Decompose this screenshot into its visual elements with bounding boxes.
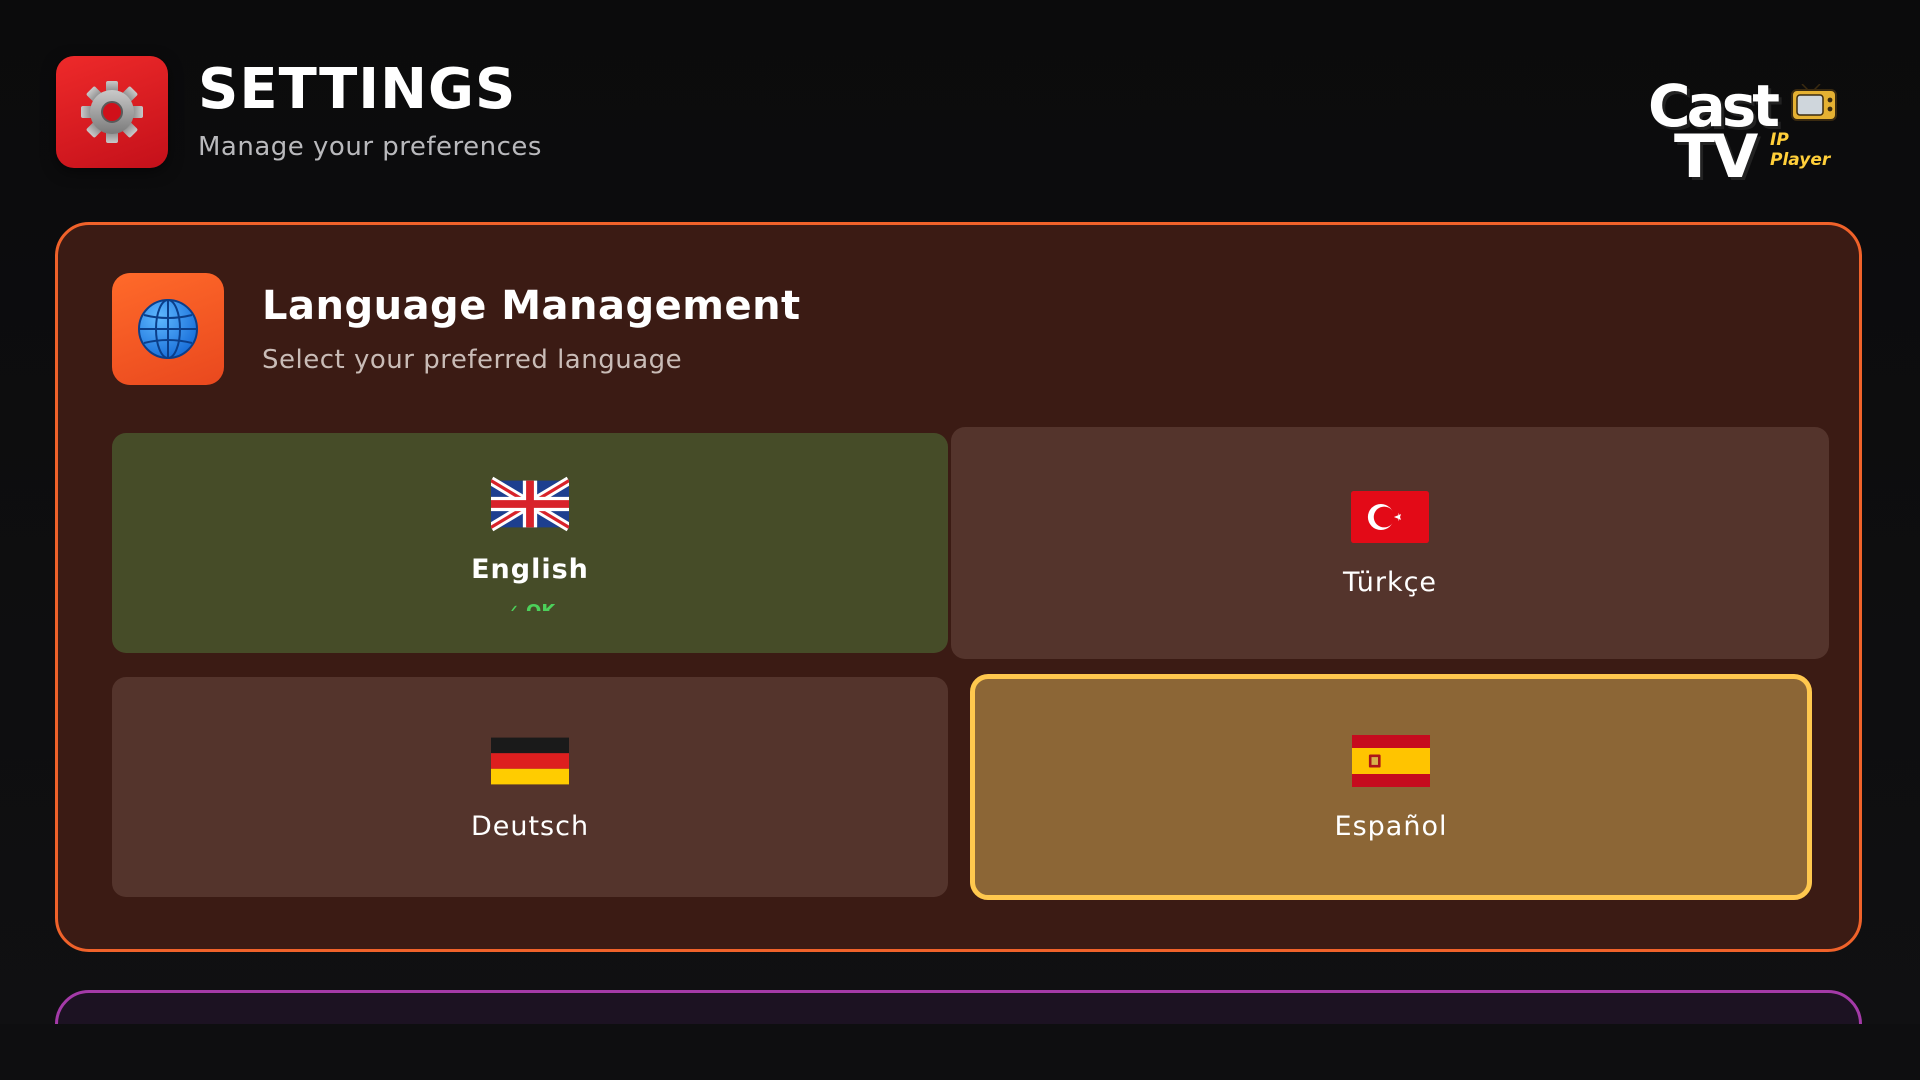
panel-header: Language Management Select your preferre… (112, 273, 801, 385)
casttv-logo: Cast TV IP Player (1648, 70, 1848, 192)
logo-word-tv: TV (1674, 122, 1758, 192)
uk-flag-icon (491, 476, 569, 531)
language-label: Türkçe (1342, 566, 1438, 598)
selected-status: ✓ OK (505, 597, 556, 611)
page-title: SETTINGS (198, 57, 517, 122)
bottom-edge (0, 1024, 1920, 1080)
language-management-panel: Language Management Select your preferre… (55, 222, 1862, 952)
language-label: English (471, 553, 589, 585)
settings-app-icon (56, 56, 168, 168)
panel-subtitle: Select your preferred language (262, 345, 683, 375)
page-subtitle: Manage your preferences (198, 132, 542, 162)
language-label: Español (1334, 810, 1448, 842)
germany-flag-icon (491, 737, 569, 784)
language-option-turkish[interactable]: Türkçe (951, 427, 1829, 659)
gear-icon (81, 81, 143, 143)
language-option-spanish[interactable]: Español (970, 674, 1812, 900)
globe-icon (138, 299, 198, 359)
language-label: Deutsch (470, 810, 590, 842)
settings-screen: SETTINGS Manage your preferences Cast TV… (0, 0, 1920, 1080)
television-icon (1791, 84, 1837, 121)
page-header: SETTINGS Manage your preferences (56, 56, 542, 168)
panel-title: Language Management (262, 283, 801, 329)
language-option-english[interactable]: English ✓ OK (112, 433, 948, 653)
spain-flag-icon (1352, 734, 1430, 787)
language-section-icon (112, 273, 224, 385)
turkey-flag-icon (1351, 490, 1429, 543)
language-option-german[interactable]: Deutsch (112, 677, 948, 897)
logo-tagline: IP Player (1770, 130, 1831, 170)
